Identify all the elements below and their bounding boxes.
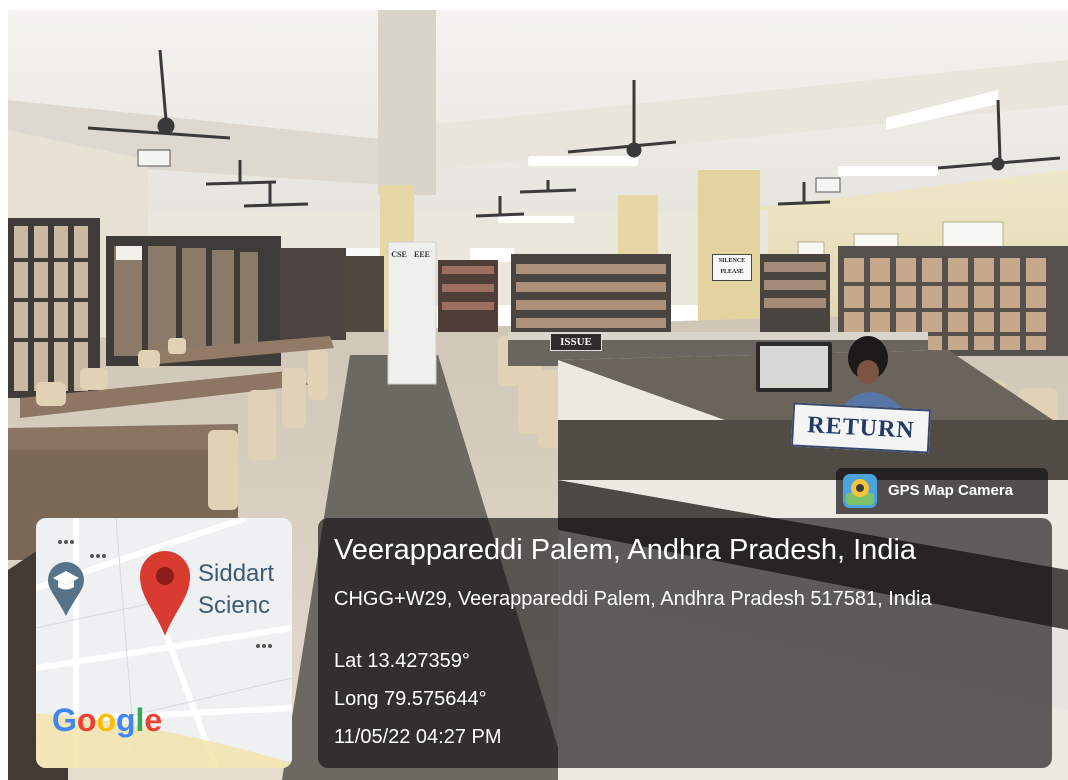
graduation-cap-icon	[46, 560, 86, 616]
gps-map-camera-badge: GPS Map Camera	[836, 468, 1048, 514]
map-thumbnail[interactable]: Siddart Scienc Google	[36, 518, 292, 768]
location-address: CHGG+W29, Veerappareddi Palem, Andhra Pr…	[334, 588, 932, 610]
eee-sign: EEE	[413, 250, 430, 259]
issue-sign: ISSUE	[550, 333, 602, 351]
photo-frame: ISSUE RETURN CSE EEE SILENCE PLEASE GPS …	[0, 0, 1068, 780]
location-pin-icon	[138, 548, 192, 636]
latitude-value: Lat 13.427359°	[334, 650, 470, 672]
longitude-value: Long 79.575644°	[334, 688, 487, 710]
silence-please-sign: SILENCE PLEASE	[712, 254, 752, 281]
silence-sign-line1: SILENCE	[718, 258, 746, 264]
map-place-label: Siddart Scienc	[198, 558, 274, 622]
google-logo: Google	[52, 702, 163, 738]
silence-sign-line2: PLEASE	[720, 269, 744, 275]
location-info-panel: Veerappareddi Palem, Andhra Pradesh, Ind…	[318, 518, 1052, 768]
map-place-line1: Siddart	[198, 560, 275, 587]
return-sign: RETURN	[790, 402, 932, 454]
map-place-line2: Scienc	[198, 592, 271, 619]
gps-map-camera-icon	[842, 473, 878, 509]
location-title: Veerappareddi Palem, Andhra Pradesh, Ind…	[334, 534, 917, 566]
cse-sign: CSE	[391, 250, 407, 259]
gps-app-name: GPS Map Camera	[888, 482, 1014, 499]
capture-datetime: 11/05/22 04:27 PM	[334, 726, 502, 748]
